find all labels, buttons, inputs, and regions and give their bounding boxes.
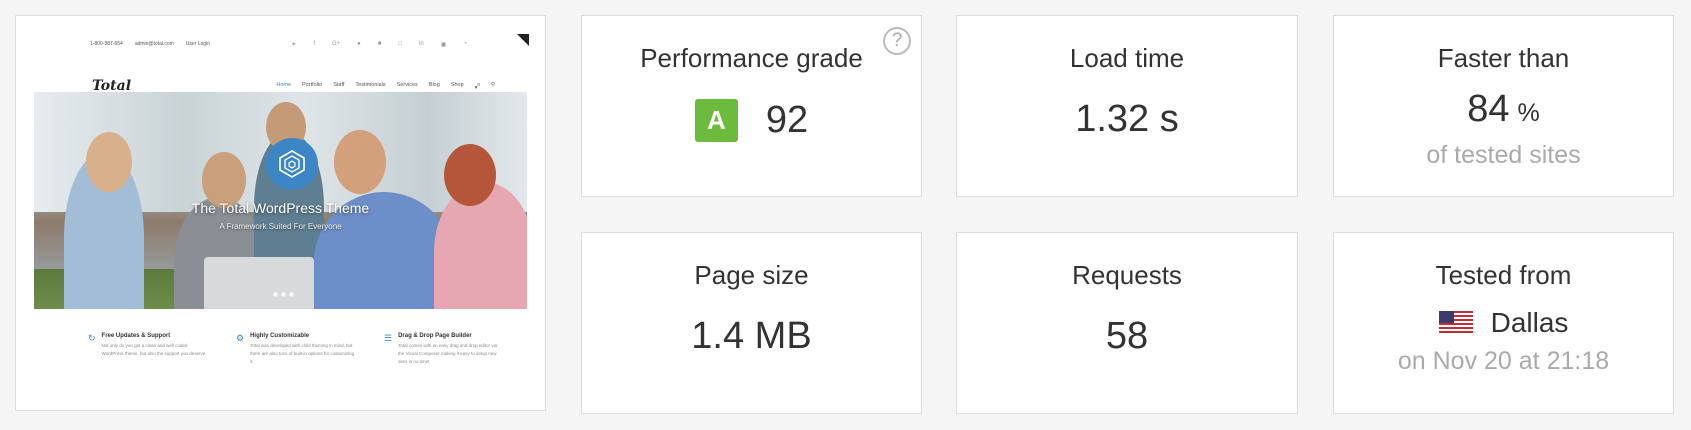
faster-than-value: 84 [1467, 88, 1510, 130]
refresh-icon: ↻ [88, 333, 96, 343]
file-icon: ☰ [384, 333, 393, 343]
faster-than-card: Faster than 84% of tested sites [1333, 15, 1674, 197]
requests-value: 58 [1105, 315, 1149, 357]
menu-item-home: Home [276, 81, 292, 88]
load-time-card: Load time 1.32 s [956, 15, 1298, 197]
hero-logo-icon [266, 138, 318, 190]
vk-icon: ■ [377, 40, 382, 47]
social-icons: ✦ f G+ ● ■ □ in ▣ ◔ [291, 41, 531, 48]
login-text: User Login [185, 41, 210, 47]
faster-than-unit: % [1517, 99, 1540, 127]
us-flag-icon [1438, 311, 1473, 335]
email-text: admin@total.com [134, 41, 174, 47]
feature-desc: Total comes with an easy drag and drop e… [398, 343, 498, 364]
performance-score: 92 [765, 99, 809, 141]
load-time-label: Load time [1069, 43, 1185, 73]
corner-badge-icon [517, 34, 529, 46]
hero-banner: The Total WordPress Theme A Framework Su… [34, 92, 527, 309]
page-size-value: 1.4 MB [691, 315, 812, 357]
rss-icon: ◔ [463, 40, 467, 47]
screenshot-topbar: 1-800-987-654 admin@total.com User Login… [90, 38, 531, 50]
instagram-icon: □ [398, 40, 403, 47]
facebook-icon: f [313, 40, 315, 47]
menu-item-shop: Shop [450, 81, 464, 88]
hero-person-head [334, 130, 386, 194]
phone-text: 1-800-987-654 [90, 41, 123, 47]
tested-from-card: Tested from Dallas on Nov 20 at 21:18 [1333, 232, 1674, 414]
location-name: Dallas [1490, 307, 1569, 338]
search-icon: ⚲ [490, 81, 495, 88]
performance-grade-card: Performance grade ? A 92 [581, 15, 922, 197]
feature-item: ☰ Drag & Drop Page Builder Total comes w… [384, 333, 504, 366]
performance-grade-label: Performance grade [640, 43, 863, 73]
load-time-value: 1.32 s [1075, 98, 1179, 140]
hero-subtitle: A Framework Suited For Everyone [219, 222, 342, 231]
hero-laptop [204, 257, 314, 309]
menu-item-staff: Staff [333, 81, 345, 88]
feature-title: Free Updates & Support [101, 333, 171, 339]
site-screenshot: 1-800-987-654 admin@total.com User Login… [16, 16, 545, 410]
feature-item: ↻ Free Updates & Support Not only do you… [88, 333, 208, 366]
slider-dots [273, 292, 294, 297]
faster-than-sub: of tested sites [1426, 141, 1581, 169]
feature-desc: Not only do you get a clean and well cod… [101, 343, 207, 356]
requests-label: Requests [1072, 260, 1182, 290]
site-menu: Home Portfolio Staff Testimonials Servic… [276, 82, 495, 91]
hero-person-head [444, 144, 496, 206]
feature-title: Drag & Drop Page Builder [398, 333, 472, 339]
feature-desc: Total was developed with child theming i… [250, 343, 355, 364]
page-results: 1-800-987-654 admin@total.com User Login… [0, 0, 1691, 430]
twitter-icon: ✦ [291, 41, 297, 48]
cart-count: 0 [477, 81, 480, 87]
menu-item-services: Services [396, 81, 418, 88]
performance-grade-row: A 92 [582, 99, 921, 142]
requests-card: Requests 58 [956, 232, 1298, 414]
pinterest-icon: ● [357, 40, 361, 47]
grade-badge: A [694, 99, 738, 142]
page-size-label: Page size [694, 260, 809, 290]
faster-than-label: Faster than [1437, 43, 1570, 73]
flickr-icon: ▣ [440, 41, 447, 48]
linkedin-icon: in [419, 40, 424, 47]
cogs-icon: ⚙ [236, 333, 245, 343]
cart-icon: ▾0 [474, 81, 480, 91]
google-plus-icon: G+ [331, 40, 341, 47]
tested-from-label: Tested from [1435, 260, 1572, 290]
help-icon[interactable]: ? [883, 27, 911, 55]
site-screenshot-card[interactable]: 1-800-987-654 admin@total.com User Login… [15, 15, 546, 411]
faster-than-value-row: 84% [1334, 88, 1673, 131]
feature-title: Highly Customizable [250, 333, 310, 339]
hero-person-head [86, 132, 132, 192]
menu-item-blog: Blog [428, 81, 440, 88]
page-size-card: Page size 1.4 MB [581, 232, 922, 414]
feature-item: ⚙ Highly Customizable Total was develope… [236, 333, 356, 366]
menu-item-portfolio: Portfolio [302, 81, 323, 88]
feature-row: ↻ Free Updates & Support Not only do you… [88, 333, 505, 366]
cube-logo-icon [279, 150, 305, 178]
test-date: on Nov 20 at 21:18 [1397, 347, 1610, 375]
menu-item-testimonials: Testimonials [355, 81, 386, 88]
hero-title: The Total WordPress Theme [191, 200, 370, 216]
location-row: Dallas [1334, 307, 1673, 339]
